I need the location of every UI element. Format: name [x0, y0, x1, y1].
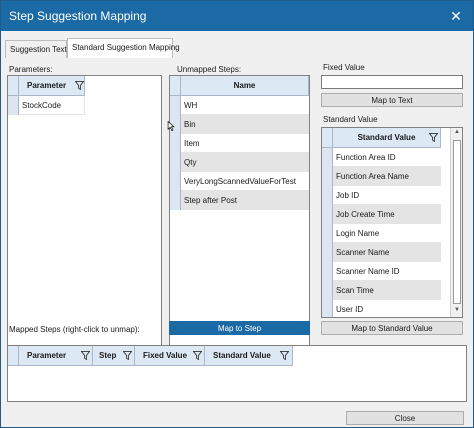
standard-value-row[interactable]: Job ID: [333, 186, 441, 205]
standard-corner: [322, 128, 333, 148]
close-button[interactable]: Close: [346, 411, 464, 425]
filter-icon[interactable]: [81, 351, 90, 360]
scroll-down-icon[interactable]: ▼: [451, 307, 462, 313]
standard-value-row[interactable]: Scanner Name: [333, 243, 441, 262]
unmapped-step-row-header[interactable]: [170, 172, 181, 191]
parameters-label: Parameters:: [9, 65, 53, 74]
mapped-fixed-value-label: Fixed Value: [143, 351, 188, 360]
mapped-steps-label: Mapped Steps (right-click to unmap):: [9, 325, 140, 334]
mapped-parameter-header[interactable]: Parameter: [19, 346, 93, 366]
standard-value-row[interactable]: Login Name: [333, 224, 441, 243]
map-to-step-button[interactable]: Map to Step: [169, 321, 310, 335]
standard-value-row[interactable]: User ID: [333, 300, 441, 317]
standard-value-scrollbar[interactable]: ▲ ▼: [450, 128, 462, 317]
unmapped-step-row-header[interactable]: [170, 153, 181, 172]
filter-icon[interactable]: [123, 351, 132, 360]
mapped-fixed-value-header[interactable]: Fixed Value: [135, 346, 205, 366]
mapped-standard-value-label: Standard Value: [213, 351, 271, 360]
close-window-icon[interactable]: ✕: [445, 5, 467, 27]
filter-icon[interactable]: [429, 133, 438, 142]
unmapped-step-row[interactable]: Item: [181, 134, 309, 153]
parameters-row-header[interactable]: [8, 96, 19, 115]
standard-value-row-header[interactable]: [322, 224, 333, 243]
unmapped-step-row[interactable]: VeryLongScannedValueForTest: [181, 172, 309, 191]
tab-standard-suggestion-mapping[interactable]: Standard Suggestion Mapping: [67, 38, 180, 58]
unmapped-step-row-header[interactable]: [170, 96, 181, 115]
standard-value-header-label: Standard Value: [357, 133, 416, 142]
mapped-step-label: Step: [99, 351, 117, 360]
standard-value-row[interactable]: Scan Time: [333, 281, 441, 300]
dialog-window: Step Suggestion Mapping ✕ Suggestion Tex…: [0, 0, 474, 428]
tab-suggestion-text[interactable]: Suggestion Text: [5, 40, 67, 58]
standard-value-row-header[interactable]: [322, 167, 333, 186]
fixed-value-label: Fixed Value: [323, 63, 365, 72]
map-to-text-button[interactable]: Map to Text: [321, 93, 463, 107]
standard-value-row-header[interactable]: [322, 186, 333, 205]
standard-value-label: Standard Value: [323, 115, 378, 124]
parameters-header[interactable]: Parameter: [19, 76, 85, 96]
unmapped-corner: [170, 76, 181, 96]
mouse-cursor-icon: [167, 121, 175, 131]
parameters-row[interactable]: StockCode: [19, 96, 85, 115]
standard-value-header[interactable]: Standard Value: [333, 128, 441, 148]
mapped-parameter-label: Parameter: [27, 351, 67, 360]
standard-value-row-header[interactable]: [322, 148, 333, 167]
unmapped-step-row[interactable]: Bin: [181, 115, 309, 134]
scroll-up-icon[interactable]: ▲: [451, 129, 462, 135]
standard-value-grid: Standard Value Function Area ID Function …: [321, 127, 463, 318]
standard-value-row[interactable]: Scanner Name ID: [333, 262, 441, 281]
parameters-header-label: Parameter: [27, 81, 67, 90]
unmapped-name-header[interactable]: Name: [181, 76, 309, 96]
unmapped-steps-label: Unmapped Steps:: [177, 65, 242, 74]
unmapped-step-row-header[interactable]: [170, 191, 181, 210]
map-to-standard-value-button[interactable]: Map to Standard Value: [321, 321, 463, 335]
mapped-step-header[interactable]: Step: [93, 346, 135, 366]
scroll-thumb[interactable]: [453, 140, 461, 304]
standard-value-row-header[interactable]: [322, 205, 333, 224]
standard-value-row[interactable]: Function Area Name: [333, 167, 441, 186]
unmapped-step-row[interactable]: WH: [181, 96, 309, 115]
parameters-grid: Parameter StockCode: [7, 75, 162, 346]
standard-value-row-header[interactable]: [322, 281, 333, 300]
mapped-steps-grid: Parameter Step Fixed Value Standard Valu…: [7, 345, 467, 402]
standard-value-row-header[interactable]: [322, 300, 333, 317]
standard-value-row[interactable]: Function Area ID: [333, 148, 441, 167]
fixed-value-input[interactable]: [321, 75, 463, 89]
filter-icon[interactable]: [75, 81, 84, 90]
title-bar: Step Suggestion Mapping ✕: [1, 1, 473, 31]
standard-value-row-header[interactable]: [322, 243, 333, 262]
unmapped-step-row-header[interactable]: [170, 134, 181, 153]
filter-icon[interactable]: [280, 351, 289, 360]
unmapped-step-row[interactable]: Qty: [181, 153, 309, 172]
filter-icon[interactable]: [193, 351, 202, 360]
window-title: Step Suggestion Mapping: [9, 9, 147, 23]
unmapped-steps-grid: Name WH Bin Item Qty VeryLongScannedValueFor…: [169, 75, 310, 346]
mapped-standard-value-header[interactable]: Standard Value: [205, 346, 293, 366]
unmapped-step-row[interactable]: Step after Post: [181, 191, 309, 210]
standard-value-row-header[interactable]: [322, 262, 333, 281]
standard-value-row[interactable]: Job Create Time: [333, 205, 441, 224]
dialog-body: Suggestion Text Standard Suggestion Mapp…: [1, 31, 473, 427]
mapped-corner: [8, 346, 19, 366]
parameters-corner: [8, 76, 19, 96]
